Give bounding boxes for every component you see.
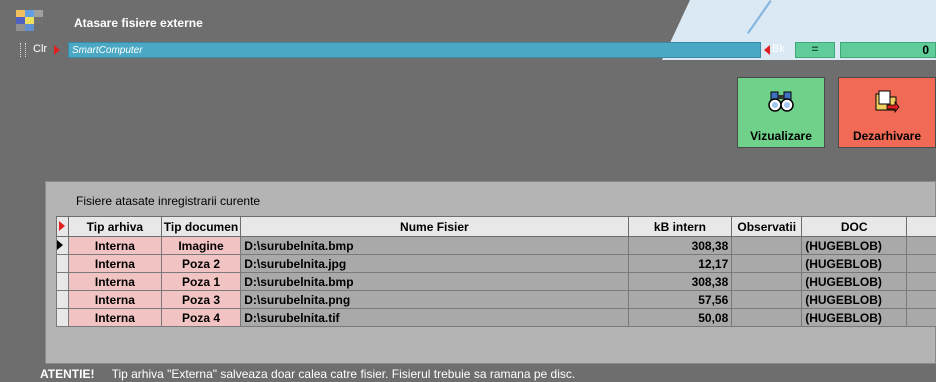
dezarhivare-button[interactable]: Dezarhivare bbox=[838, 77, 936, 148]
cell-doc[interactable]: (HUGEBLOB) bbox=[801, 308, 908, 327]
row-indicator[interactable] bbox=[56, 272, 69, 291]
cell-nume-fisier[interactable]: D:\surubelnita.jpg bbox=[240, 254, 629, 273]
cell-tip-document[interactable]: Imagine bbox=[160, 236, 242, 255]
column-header-extra[interactable] bbox=[906, 216, 936, 237]
cell-tip-document[interactable]: Poza 2 bbox=[160, 254, 242, 273]
grid-header-row: Tip arhiva Tip documen Nume Fisier kB in… bbox=[56, 216, 936, 237]
cell-tip-arhiva[interactable]: Interna bbox=[67, 254, 162, 273]
cell-doc[interactable]: (HUGEBLOB) bbox=[801, 272, 908, 291]
record-counter: 0 bbox=[840, 42, 936, 58]
cell-kb-intern[interactable]: 308,38 bbox=[627, 236, 733, 255]
cell-tip-arhiva[interactable]: Interna bbox=[67, 290, 162, 309]
cell-extra[interactable] bbox=[906, 308, 936, 327]
cell-extra[interactable] bbox=[906, 272, 936, 291]
panel-caption: Fisiere atasate inregistrarii curente bbox=[76, 194, 261, 208]
row-indicator[interactable] bbox=[56, 254, 69, 273]
cell-tip-arhiva[interactable]: Interna bbox=[67, 308, 162, 327]
filter-bar: Clr SmartComputer Bk = 0 bbox=[0, 40, 936, 60]
dezarhivare-label: Dezarhivare bbox=[852, 129, 922, 143]
back-button[interactable]: Bk bbox=[772, 43, 785, 55]
cell-observatii[interactable] bbox=[731, 290, 803, 309]
cell-tip-arhiva[interactable]: Interna bbox=[67, 236, 162, 255]
cell-nume-fisier[interactable]: D:\surubelnita.bmp bbox=[240, 236, 629, 255]
column-header-nume-fisier[interactable]: Nume Fisier bbox=[240, 216, 629, 237]
cell-tip-arhiva[interactable]: Interna bbox=[67, 272, 162, 291]
cell-observatii[interactable] bbox=[731, 308, 803, 327]
cell-nume-fisier[interactable]: D:\surubelnita.bmp bbox=[240, 272, 629, 291]
toolbar-grip[interactable] bbox=[20, 43, 26, 57]
table-row[interactable]: Interna Imagine D:\surubelnita.bmp 308,3… bbox=[56, 236, 936, 255]
table-row[interactable]: Interna Poza 2 D:\surubelnita.jpg 12,17 … bbox=[56, 254, 936, 273]
status-warning-label: ATENTIE! bbox=[40, 367, 95, 381]
cell-kb-intern[interactable]: 50,08 bbox=[627, 308, 733, 327]
vizualizare-button[interactable]: Vizualizare bbox=[737, 77, 825, 148]
folder-extract-icon bbox=[875, 90, 900, 114]
equals-button[interactable]: = bbox=[795, 42, 835, 58]
row-indicator[interactable] bbox=[56, 308, 69, 327]
cell-nume-fisier[interactable]: D:\surubelnita.tif bbox=[240, 308, 629, 327]
cell-doc[interactable]: (HUGEBLOB) bbox=[801, 290, 908, 309]
cell-extra[interactable] bbox=[906, 254, 936, 273]
cell-tip-document[interactable]: Poza 3 bbox=[160, 290, 242, 309]
cell-observatii[interactable] bbox=[731, 254, 803, 273]
title-bar: Atasare fisiere externe bbox=[0, 0, 936, 38]
table-row[interactable]: Interna Poza 4 D:\surubelnita.tif 50,08 … bbox=[56, 308, 936, 327]
status-message: Tip arhiva "Externa" salveaza doar calea… bbox=[111, 367, 576, 381]
binoculars-icon bbox=[768, 91, 794, 112]
app-logo-icon bbox=[16, 10, 43, 32]
row-indicator[interactable] bbox=[56, 290, 69, 309]
table-row[interactable]: Interna Poza 1 D:\surubelnita.bmp 308,38… bbox=[56, 272, 936, 291]
window-title: Atasare fisiere externe bbox=[74, 16, 203, 30]
cell-nume-fisier[interactable]: D:\surubelnita.png bbox=[240, 290, 629, 309]
app-window: Atasare fisiere externe Clr SmartCompute… bbox=[0, 0, 936, 382]
column-header-kb-intern[interactable]: kB intern bbox=[627, 216, 733, 237]
cell-observatii[interactable] bbox=[731, 272, 803, 291]
column-header-tip-arhiva[interactable]: Tip arhiva bbox=[67, 216, 162, 237]
current-row-icon bbox=[57, 239, 63, 250]
column-header-tip-document[interactable]: Tip documen bbox=[160, 216, 242, 237]
filter-input[interactable]: SmartComputer bbox=[68, 42, 761, 58]
arrow-left-icon bbox=[764, 45, 770, 55]
column-header-doc[interactable]: DOC bbox=[801, 216, 908, 237]
cell-doc[interactable]: (HUGEBLOB) bbox=[801, 254, 908, 273]
cell-extra[interactable] bbox=[906, 236, 936, 255]
clear-button[interactable]: Clr bbox=[33, 43, 47, 55]
column-header-observatii[interactable]: Observatii bbox=[731, 216, 803, 237]
cell-tip-document[interactable]: Poza 1 bbox=[160, 272, 242, 291]
arrow-right-icon bbox=[54, 45, 60, 55]
cell-kb-intern[interactable]: 308,38 bbox=[627, 272, 733, 291]
row-indicator[interactable] bbox=[56, 236, 69, 255]
header-indicator[interactable] bbox=[56, 216, 69, 237]
cell-kb-intern[interactable]: 12,17 bbox=[627, 254, 733, 273]
table-row[interactable]: Interna Poza 3 D:\surubelnita.png 57,56 … bbox=[56, 290, 936, 309]
status-bar: ATENTIE! Tip arhiva "Externa" salveaza d… bbox=[40, 367, 575, 381]
vizualizare-label: Vizualizare bbox=[750, 129, 812, 143]
cell-tip-document[interactable]: Poza 4 bbox=[160, 308, 242, 327]
cell-kb-intern[interactable]: 57,56 bbox=[627, 290, 733, 309]
cell-doc[interactable]: (HUGEBLOB) bbox=[801, 236, 908, 255]
files-grid[interactable]: Tip arhiva Tip documen Nume Fisier kB in… bbox=[56, 216, 936, 327]
cell-observatii[interactable] bbox=[731, 236, 803, 255]
attached-files-panel: Fisiere atasate inregistrarii curente Ti… bbox=[45, 181, 936, 364]
cell-extra[interactable] bbox=[906, 290, 936, 309]
record-indicator-icon bbox=[59, 220, 66, 231]
